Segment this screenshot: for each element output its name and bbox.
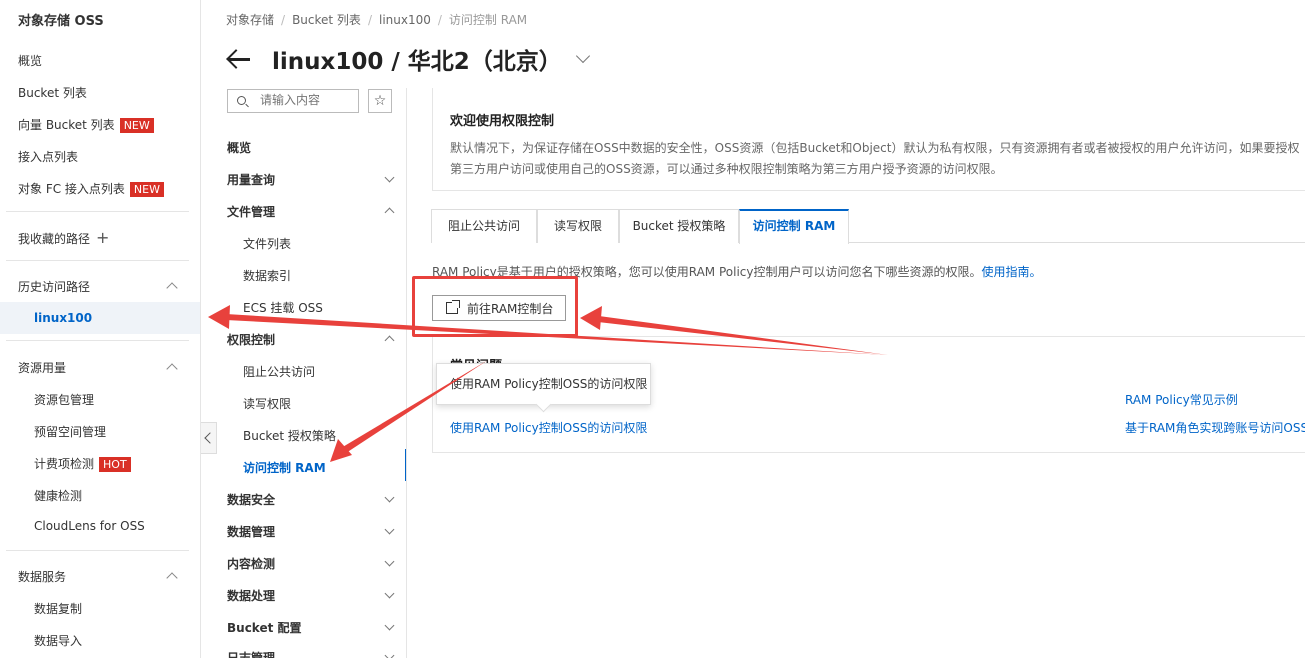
faq-link-cross-account[interactable]: 基于RAM角色实现跨账号访问OSS [1125, 419, 1305, 436]
sidebar-item-favorites[interactable]: 我收藏的路径 + [18, 228, 109, 247]
sidebar-item-label: 计费项检测 [34, 457, 95, 471]
chevron-down-icon[interactable] [384, 650, 395, 658]
sidebar-item-resource-pack[interactable]: 资源包管理 [34, 391, 94, 408]
welcome-card: 欢迎使用权限控制 默认情况下，为保证存储在OSS中数据的安全性，OSS资源（包括… [432, 88, 1305, 191]
tab-access-ram[interactable]: 访问控制 RAM [739, 209, 849, 244]
sidebar-item-data-import[interactable]: 数据导入 [34, 632, 82, 649]
bucket-subnav: ☆ 概览 用量查询 文件管理 文件列表 数据索引 ECS 挂载 OSS 权限控制… [201, 88, 407, 658]
subnav-group-log-mgmt[interactable]: 日志管理 [227, 649, 275, 658]
chevron-down-icon[interactable] [384, 172, 395, 183]
subnav-group-content-detect[interactable]: 内容检测 [227, 555, 275, 572]
page-title: linux100 / 华北2（北京） [272, 49, 562, 75]
sidebar-item-data-replication[interactable]: 数据复制 [34, 600, 82, 617]
active-indicator [405, 449, 406, 481]
faq-link-ram-policy[interactable]: 使用RAM Policy控制OSS的访问权限 [450, 419, 647, 436]
search-box[interactable] [227, 89, 359, 113]
subnav-item-bucket-policy[interactable]: Bucket 授权策略 [243, 427, 336, 444]
chevron-up-icon[interactable] [166, 363, 178, 375]
faq-link-ram-examples[interactable]: RAM Policy常见示例 [1125, 391, 1238, 408]
hot-badge: HOT [99, 457, 131, 472]
tab-block-public[interactable]: 阻止公共访问 [431, 209, 537, 243]
subnav-item-overview[interactable]: 概览 [227, 139, 251, 156]
subnav-item-data-index[interactable]: 数据索引 [243, 267, 291, 284]
divider [6, 211, 189, 212]
search-input[interactable] [260, 93, 355, 107]
new-badge: NEW [129, 182, 164, 197]
sidebar-item-access-points[interactable]: 接入点列表 [18, 148, 78, 165]
sidebar-item-bucket-list[interactable]: Bucket 列表 [18, 84, 87, 101]
sidebar-item-health-check[interactable]: 健康检测 [34, 487, 82, 504]
subnav-group-permission[interactable]: 权限控制 [227, 331, 275, 348]
sidebar-item-linux100[interactable]: linux100 [0, 302, 200, 334]
page-header: linux100 / 华北2（北京） [226, 42, 590, 76]
new-badge: NEW [119, 118, 154, 133]
chevron-down-icon[interactable] [384, 588, 395, 599]
breadcrumb-separator: / [437, 13, 442, 27]
welcome-title: 欢迎使用权限控制 [450, 114, 555, 129]
divider [6, 550, 189, 551]
sidebar-item-cloudlens[interactable]: CloudLens for OSS [34, 519, 145, 533]
tooltip: 使用RAM Policy控制OSS的访问权限 [436, 363, 651, 405]
back-arrow-icon[interactable] [226, 45, 254, 73]
breadcrumb-separator: / [367, 13, 372, 27]
tab-rw-permission[interactable]: 读写权限 [537, 209, 619, 243]
subnav-item-access-ram[interactable]: 访问控制 RAM [243, 459, 326, 476]
subnav-item-rw-permission[interactable]: 读写权限 [243, 395, 291, 412]
sidebar-group-resource-usage[interactable]: 资源用量 [18, 359, 66, 376]
subnav-item-block-public[interactable]: 阻止公共访问 [243, 363, 315, 380]
tab-bucket-policy[interactable]: Bucket 授权策略 [619, 209, 739, 243]
sidebar-item-vector-bucket-list[interactable]: 向量 Bucket 列表 NEW [18, 116, 154, 133]
subnav-group-data-process[interactable]: 数据处理 [227, 587, 275, 604]
breadcrumb-item[interactable]: 对象存储 [226, 13, 274, 27]
chevron-down-icon[interactable] [384, 620, 395, 631]
subnav-group-file-mgmt[interactable]: 文件管理 [227, 203, 275, 220]
sidebar-group-history[interactable]: 历史访问路径 [18, 278, 90, 295]
guide-link[interactable]: 使用指南。 [982, 265, 1042, 279]
subnav-group-data-mgmt[interactable]: 数据管理 [227, 523, 275, 540]
chevron-up-icon[interactable] [384, 207, 395, 218]
breadcrumb-current: 访问控制 RAM [448, 13, 528, 27]
chevron-up-icon[interactable] [166, 572, 178, 584]
sidebar-item-billing-check[interactable]: 计费项检测 HOT [34, 455, 131, 472]
sidebar-group-data-service[interactable]: 数据服务 [18, 568, 66, 585]
welcome-description: 默认情况下，为保证存储在OSS中数据的安全性，OSS资源（包括Bucket和Ob… [450, 141, 1300, 176]
chevron-down-icon[interactable] [384, 524, 395, 535]
subnav-item-ecs-mount[interactable]: ECS 挂载 OSS [243, 299, 323, 316]
subnav-group-usage-query[interactable]: 用量查询 [227, 171, 275, 188]
sidebar-title: 对象存储 OSS [18, 14, 104, 29]
chevron-down-icon[interactable] [384, 556, 395, 567]
search-icon [237, 96, 246, 105]
chevron-up-icon[interactable] [166, 282, 178, 294]
breadcrumb-separator: / [281, 13, 286, 27]
chevron-down-icon[interactable] [575, 48, 590, 64]
breadcrumb-item[interactable]: Bucket 列表 [292, 13, 361, 27]
subnav-group-data-security[interactable]: 数据安全 [227, 491, 275, 508]
sidebar-item-label: 对象 FC 接入点列表 [18, 182, 125, 196]
sidebar-item-label: 向量 Bucket 列表 [18, 118, 115, 132]
subnav-item-file-list[interactable]: 文件列表 [243, 235, 291, 252]
global-sidebar: 对象存储 OSS 概览 Bucket 列表 向量 Bucket 列表 NEW 接入… [0, 0, 201, 658]
chevron-down-icon[interactable] [384, 492, 395, 503]
sidebar-item-overview[interactable]: 概览 [18, 52, 42, 69]
sidebar-item-fc-access-points[interactable]: 对象 FC 接入点列表 NEW [18, 180, 164, 197]
permission-tabs: 阻止公共访问 读写权限 Bucket 授权策略 访问控制 RAM [431, 209, 1305, 244]
plus-icon[interactable]: + [96, 228, 109, 247]
chevron-up-icon[interactable] [384, 335, 395, 346]
breadcrumb-item[interactable]: linux100 [379, 13, 431, 27]
star-icon[interactable]: ☆ [368, 89, 392, 113]
sidebar-item-label: linux100 [34, 311, 93, 325]
annotation-highlight-box [412, 276, 578, 337]
sidebar-item-reserved-space[interactable]: 预留空间管理 [34, 423, 106, 440]
subnav-group-bucket-config[interactable]: Bucket 配置 [227, 619, 302, 636]
annotation-arrowhead [580, 306, 602, 330]
divider [6, 340, 189, 341]
sidebar-item-label: 我收藏的路径 [18, 232, 91, 246]
divider [6, 260, 189, 261]
breadcrumb: 对象存储 / Bucket 列表 / linux100 / 访问控制 RAM [226, 11, 527, 28]
